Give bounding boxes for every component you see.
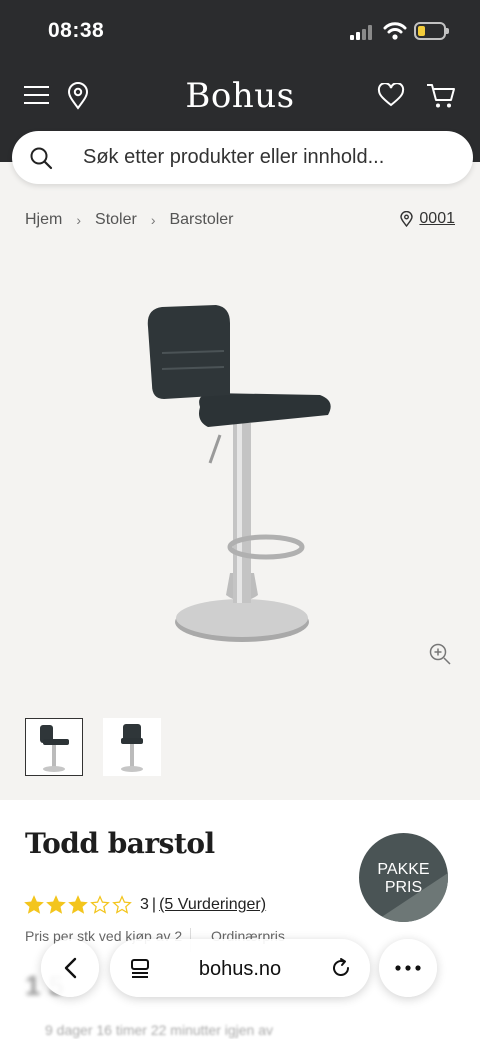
brand-logo[interactable]: Bohus — [0, 76, 480, 116]
product-title: Todd barstol — [25, 827, 215, 860]
breadcrumb-barstoler[interactable]: Barstoler — [169, 211, 233, 229]
product-image[interactable] — [130, 295, 350, 655]
signal-icon — [350, 24, 376, 40]
thumbnail-strip — [25, 718, 161, 776]
more-icon — [395, 965, 421, 971]
breadcrumb: Hjem › Stoler › Barstoler — [25, 211, 234, 229]
thumbnail-1[interactable] — [25, 718, 83, 776]
status-bar: 08:38 — [0, 16, 480, 48]
rating-count: 3 — [140, 896, 149, 913]
breadcrumb-home[interactable]: Hjem — [25, 211, 62, 229]
chevron-right-icon: › — [76, 212, 82, 228]
badge-text: PAKKE PRIS — [377, 861, 430, 896]
thumbnail-2[interactable] — [103, 718, 161, 776]
back-button[interactable] — [41, 939, 99, 997]
rating-separator: | — [151, 896, 157, 913]
star-empty-icon — [112, 895, 132, 914]
address-bar[interactable]: bohus.no — [110, 939, 370, 997]
search-bar[interactable]: Søk etter produkter eller innhold... — [12, 131, 473, 184]
product-thumbnail-image — [121, 724, 143, 772]
star-filled-icon — [68, 895, 88, 914]
store-code[interactable]: 0001 — [419, 210, 455, 228]
zoom-in-icon[interactable] — [428, 642, 452, 666]
reviews-link[interactable]: (5 Vurderinger) — [159, 896, 266, 914]
more-button[interactable] — [379, 939, 437, 997]
star-filled-icon — [24, 895, 44, 914]
store-selector[interactable]: 0001 — [400, 210, 455, 228]
breadcrumb-stoler[interactable]: Stoler — [95, 211, 137, 229]
rating: 3 | (5 Vurderinger) — [24, 895, 266, 915]
star-empty-icon — [90, 895, 110, 914]
star-rating — [24, 895, 132, 915]
star-filled-icon — [46, 895, 66, 914]
heart-icon[interactable] — [377, 83, 405, 107]
package-price-badge: PAKKE PRIS — [359, 833, 448, 922]
product-thumbnail-image — [40, 725, 69, 772]
status-time: 08:38 — [48, 19, 105, 42]
offer-timer: 9 dager 16 timer 22 minutter igjen av — [45, 1022, 274, 1038]
search-icon — [30, 147, 53, 170]
reload-icon[interactable] — [330, 957, 352, 979]
location-pin-icon — [400, 211, 414, 227]
wifi-icon — [383, 22, 407, 40]
cart-icon[interactable] — [426, 82, 456, 110]
chevron-left-icon — [64, 957, 77, 979]
browser-toolbar: bohus.no — [0, 935, 480, 1005]
battery-icon — [414, 22, 449, 40]
chevron-right-icon: › — [150, 212, 156, 228]
search-input[interactable]: Søk etter produkter eller innhold... — [83, 146, 384, 169]
